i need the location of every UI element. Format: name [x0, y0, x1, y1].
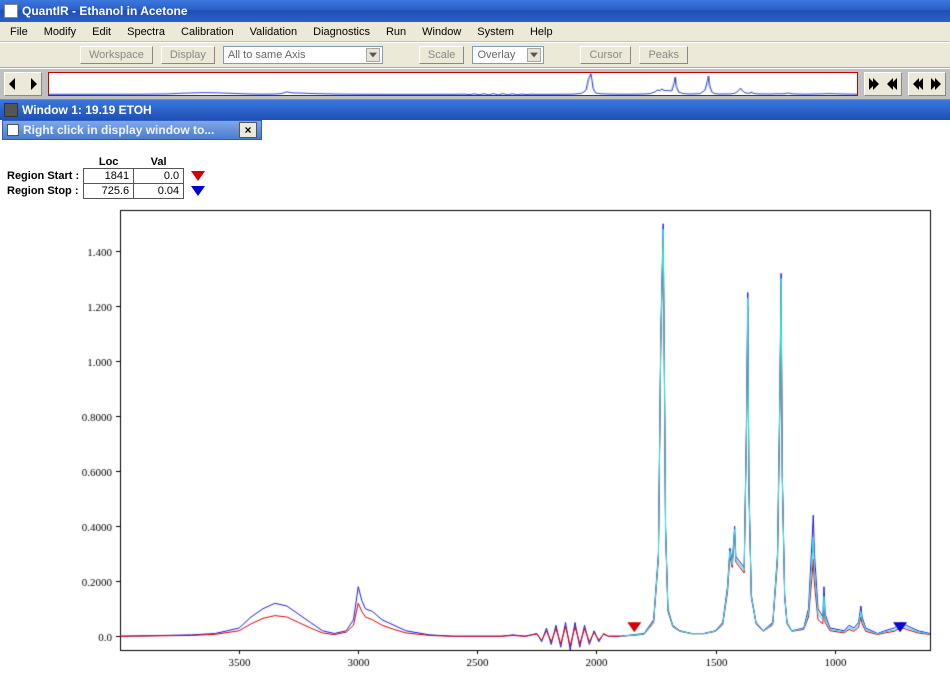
peaks-button[interactable]: Peaks — [639, 46, 688, 64]
col-val: Val — [134, 156, 184, 169]
hint-checkbox[interactable] — [7, 124, 19, 136]
overlay-dropdown[interactable]: Overlay — [472, 46, 544, 64]
app-title: QuantIR - Ethanol in Acetone — [22, 4, 188, 18]
menu-validation[interactable]: Validation — [244, 24, 304, 40]
workspace-button[interactable]: Workspace — [80, 46, 153, 64]
region-stop-label: Region Stop : — [6, 184, 84, 199]
inner-window-titlebar: Window 1: 19.19 ETOH — [0, 100, 950, 120]
nav-zoom-right[interactable] — [908, 72, 946, 96]
region-start-loc[interactable]: 1841 — [84, 169, 134, 184]
menu-edit[interactable]: Edit — [86, 24, 117, 40]
menubar: FileModifyEditSpectraCalibrationValidati… — [0, 22, 950, 42]
region-stop-marker-icon — [191, 186, 205, 196]
overview-spectrum[interactable] — [48, 72, 858, 96]
col-loc: Loc — [84, 156, 134, 169]
region-start-label: Region Start : — [6, 169, 84, 184]
scale-button[interactable]: Scale — [419, 46, 465, 64]
region-start-val[interactable]: 0.0 — [134, 169, 184, 184]
hint-bar: Right click in display window to... × — [2, 120, 262, 140]
app-icon — [4, 4, 18, 18]
hint-text: Right click in display window to... — [23, 123, 231, 137]
region-start-marker-icon — [191, 171, 205, 181]
nav-strip — [0, 68, 950, 100]
menu-file[interactable]: File — [4, 24, 34, 40]
menu-system[interactable]: System — [471, 24, 520, 40]
toolbar: Workspace Display All to same Axis Scale… — [0, 42, 950, 68]
nav-zoom-left[interactable] — [864, 72, 902, 96]
plot-area[interactable] — [0, 200, 950, 686]
menu-calibration[interactable]: Calibration — [175, 24, 240, 40]
window-icon — [4, 103, 18, 117]
menu-run[interactable]: Run — [380, 24, 412, 40]
main-area: Window 1: 19.19 ETOH Right click in disp… — [0, 100, 950, 686]
display-button[interactable]: Display — [161, 46, 215, 64]
close-icon[interactable]: × — [239, 122, 257, 138]
region-stop-val[interactable]: 0.04 — [134, 184, 184, 199]
region-stop-loc[interactable]: 725.6 — [84, 184, 134, 199]
app-titlebar: QuantIR - Ethanol in Acetone — [0, 0, 950, 22]
nav-left-right[interactable] — [4, 72, 42, 96]
menu-modify[interactable]: Modify — [38, 24, 82, 40]
chevron-down-icon — [366, 48, 380, 62]
inner-window-title: Window 1: 19.19 ETOH — [22, 103, 152, 117]
menu-help[interactable]: Help — [524, 24, 559, 40]
overlay-value: Overlay — [477, 49, 515, 61]
menu-spectra[interactable]: Spectra — [121, 24, 171, 40]
axis-mode-dropdown[interactable]: All to same Axis — [223, 46, 383, 64]
cursor-button[interactable]: Cursor — [580, 46, 631, 64]
menu-diagnostics[interactable]: Diagnostics — [307, 24, 376, 40]
axis-mode-value: All to same Axis — [228, 49, 306, 61]
region-panel: Loc Val Region Start : 1841 0.0 Region S… — [6, 156, 206, 199]
chevron-down-icon — [527, 48, 541, 62]
menu-window[interactable]: Window — [416, 24, 467, 40]
